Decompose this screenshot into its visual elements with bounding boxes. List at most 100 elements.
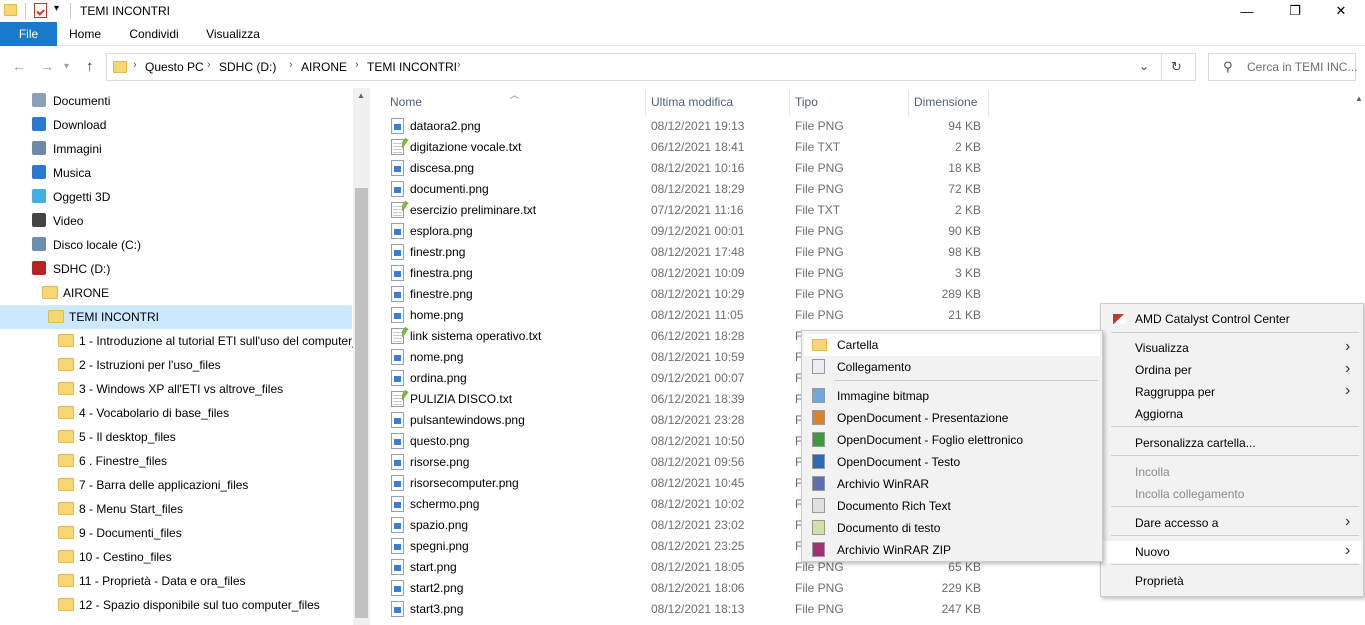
restore-button[interactable]: ❐: [1272, 0, 1318, 22]
file-name: esercizio preliminare.txt: [410, 203, 537, 217]
sidebar-item[interactable]: 9 - Documenti_files: [0, 521, 352, 545]
file-row[interactable]: finestr.png 08/12/2021 17:48 File PNG 98 KB: [386, 242, 1346, 263]
navigation-pane-scrollbar[interactable]: ▲: [353, 88, 370, 625]
tab-file[interactable]: File: [0, 22, 57, 46]
context-menu-item[interactable]: Raggruppa per ›: [1103, 381, 1361, 403]
column-header-name[interactable]: Nome: [390, 95, 422, 109]
new-submenu-item[interactable]: OpenDocument - Foglio elettronico: [804, 429, 1100, 451]
sidebar-item[interactable]: 5 - Il desktop_files: [0, 425, 352, 449]
file-row[interactable]: dataora2.png 08/12/2021 19:13 File PNG 94 K…: [386, 116, 1346, 137]
minimize-button[interactable]: —: [1224, 0, 1270, 22]
sidebar-item[interactable]: 7 - Barra delle applicazioni_files: [0, 473, 352, 497]
context-menu-item[interactable]: Aggiorna: [1103, 403, 1361, 425]
context-menu-item[interactable]: Visualizza ›: [1103, 337, 1361, 359]
file-row[interactable]: finestre.png 08/12/2021 10:29 File PNG 289 …: [386, 284, 1346, 305]
recent-dropdown-icon[interactable]: ▾: [64, 61, 69, 72]
back-arrow-icon[interactable]: ←: [12, 58, 26, 74]
sidebar-item[interactable]: Video: [0, 209, 352, 233]
sidebar-item[interactable]: Oggetti 3D: [0, 185, 352, 209]
file-modified: 08/12/2021 10:59: [651, 350, 745, 364]
column-separator[interactable]: [789, 90, 790, 116]
column-header-modified[interactable]: Ultima modifica: [651, 95, 733, 109]
new-submenu-item[interactable]: Archivio WinRAR: [804, 473, 1100, 495]
context-menu-item-label: AMD Catalyst Control Center: [1135, 312, 1290, 326]
file-type: File PNG: [795, 182, 844, 196]
png-file-icon: [391, 370, 404, 386]
context-menu-item[interactable]: Proprietà: [1103, 570, 1361, 592]
context-menu-item[interactable]: AMD Catalyst Control Center: [1103, 308, 1361, 330]
file-row[interactable]: esercizio preliminare.txt 07/12/2021 11:1…: [386, 200, 1346, 221]
column-separator[interactable]: [908, 90, 909, 116]
sidebar-item[interactable]: 8 - Menu Start_files: [0, 497, 352, 521]
new-submenu-item[interactable]: Immagine bitmap: [804, 385, 1100, 407]
address-bar[interactable]: › Questo PC › SDHC (D:) › AIRONE › TEMI …: [106, 53, 1196, 81]
sidebar-item[interactable]: Musica: [0, 161, 352, 185]
search-box[interactable]: ⚲ Cerca in TEMI INC...: [1208, 53, 1357, 81]
winrar-icon: [812, 476, 825, 491]
scroll-up-icon[interactable]: ▲: [1355, 94, 1363, 103]
context-menu-item[interactable]: Nuovo ›: [1103, 541, 1361, 563]
new-submenu-item[interactable]: Archivio WinRAR ZIP: [804, 539, 1100, 561]
quick-access-dropdown-icon[interactable]: ▾: [54, 3, 59, 14]
sidebar-item[interactable]: Documenti: [0, 89, 352, 113]
sidebar-item[interactable]: 6 . Finestre_files: [0, 449, 352, 473]
sidebar-item-label: 3 - Windows XP all'ETI vs altrove_files: [79, 382, 284, 396]
up-arrow-icon[interactable]: ↑: [86, 58, 94, 75]
breadcrumb-temi-incontri[interactable]: TEMI INCONTRI: [367, 60, 457, 74]
tab-view[interactable]: Visualizza: [198, 22, 268, 46]
column-header-size[interactable]: Dimensione: [914, 95, 977, 109]
file-size: 65 KB: [948, 560, 981, 574]
file-row[interactable]: digitazione vocale.txt 06/12/2021 18:41 Fi…: [386, 137, 1346, 158]
breadcrumb-sdhc[interactable]: SDHC (D:): [219, 60, 276, 74]
context-menu-item[interactable]: Personalizza cartella...: [1103, 432, 1361, 454]
sidebar-item[interactable]: 1 - Introduzione al tutorial ETI sull'us…: [0, 329, 359, 353]
column-separator[interactable]: [645, 90, 646, 116]
address-history-chevron-down-icon[interactable]: ⌄: [1139, 59, 1149, 73]
sidebar-item[interactable]: 3 - Windows XP all'ETI vs altrove_files: [0, 377, 352, 401]
tab-home[interactable]: Home: [60, 22, 110, 46]
sidebar-item[interactable]: Immagini: [0, 137, 352, 161]
new-submenu-item[interactable]: OpenDocument - Testo: [804, 451, 1100, 473]
properties-icon[interactable]: [34, 3, 47, 18]
sidebar-item[interactable]: SDHC (D:): [0, 257, 352, 281]
new-submenu-item[interactable]: Cartella: [804, 334, 1100, 356]
file-row[interactable]: start3.png 08/12/2021 18:13 File PNG 247 KB: [386, 599, 1346, 620]
breadcrumb-separator[interactable]: ›: [207, 59, 211, 71]
breadcrumb-this-pc[interactable]: Questo PC: [145, 60, 204, 74]
breadcrumb-airone[interactable]: AIRONE: [301, 60, 347, 74]
context-menu-item[interactable]: Ordina per ›: [1103, 359, 1361, 381]
sidebar-item[interactable]: 12 - Spazio disponibile sul tuo computer…: [0, 593, 352, 617]
file-name: home.png: [410, 308, 464, 322]
breadcrumb-separator[interactable]: ›: [457, 59, 461, 71]
file-name: ordina.png: [410, 371, 467, 385]
scroll-up-icon[interactable]: ▲: [357, 91, 365, 100]
new-submenu-item[interactable]: OpenDocument - Presentazione: [804, 407, 1100, 429]
png-file-icon: [391, 349, 404, 365]
breadcrumb-separator[interactable]: ›: [355, 59, 359, 71]
breadcrumb-separator[interactable]: ›: [289, 59, 293, 71]
sidebar-item[interactable]: 11 - Proprietà - Data e ora_files: [0, 569, 352, 593]
file-row[interactable]: finestra.png 08/12/2021 10:09 File PNG 3 KB: [386, 263, 1346, 284]
new-submenu-item[interactable]: Collegamento: [804, 356, 1100, 378]
new-submenu-item[interactable]: Documento Rich Text: [804, 495, 1100, 517]
file-row[interactable]: esplora.png 09/12/2021 00:01 File PNG 90 KB: [386, 221, 1346, 242]
sidebar-item[interactable]: Disco locale (C:): [0, 233, 352, 257]
context-menu-item[interactable]: Dare accesso a ›: [1103, 512, 1361, 534]
file-modified: 08/12/2021 18:29: [651, 182, 745, 196]
refresh-icon[interactable]: ↻: [1171, 59, 1182, 75]
sidebar-item[interactable]: 2 - Istruzioni per l'uso_files: [0, 353, 352, 377]
column-header-type[interactable]: Tipo: [795, 95, 818, 109]
sidebar-item[interactable]: 4 - Vocabolario di base_files: [0, 401, 352, 425]
scrollbar-thumb[interactable]: [355, 188, 368, 618]
sidebar-item[interactable]: TEMI INCONTRI: [0, 305, 352, 329]
close-button[interactable]: ✕: [1318, 0, 1364, 22]
sidebar-item[interactable]: 10 - Cestino_files: [0, 545, 352, 569]
forward-arrow-icon[interactable]: →: [40, 58, 54, 74]
tab-share[interactable]: Condividi: [120, 22, 188, 46]
sidebar-item[interactable]: Download: [0, 113, 352, 137]
column-separator[interactable]: [988, 90, 989, 116]
new-submenu-item[interactable]: Documento di testo: [804, 517, 1100, 539]
file-row[interactable]: documenti.png 08/12/2021 18:29 File PNG 72 …: [386, 179, 1346, 200]
sidebar-item[interactable]: AIRONE: [0, 281, 352, 305]
file-row[interactable]: discesa.png 08/12/2021 10:16 File PNG 18 KB: [386, 158, 1346, 179]
